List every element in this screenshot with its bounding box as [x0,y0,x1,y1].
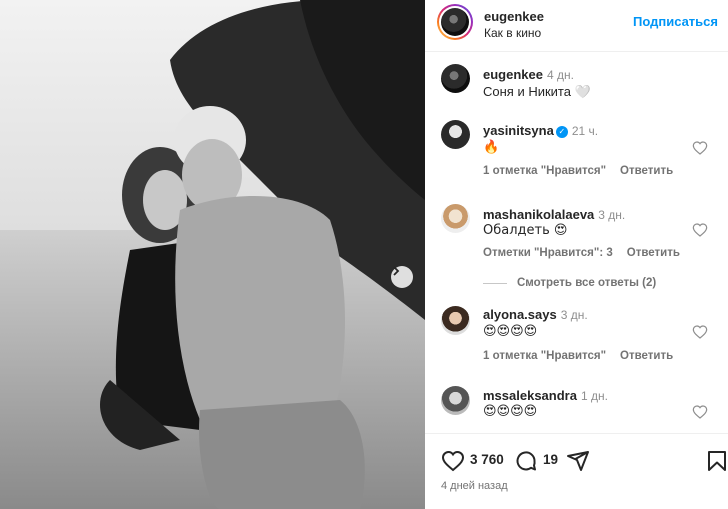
view-replies-button[interactable]: Смотреть все ответы (2) [483,277,656,289]
comment-icon[interactable] [514,449,538,473]
caption-avatar[interactable] [441,64,470,93]
comment-username[interactable]: mashanikolalaeva 3 дн. [483,207,625,222]
post-location[interactable]: Как в кино [484,26,541,40]
heart-icon[interactable] [441,449,465,473]
post-date: 4 дней назад [441,480,508,492]
comment-avatar[interactable] [441,204,470,233]
comment-text: Обалдеть 😍 [483,223,568,238]
heart-icon[interactable] [692,324,708,340]
follow-button[interactable]: Подписаться [633,14,718,29]
share-icon[interactable] [566,449,590,473]
author-username[interactable]: eugenkee [484,9,544,24]
caption-text: Соня и Никита 🤍 [483,84,591,99]
comment-likes[interactable]: Отметки "Нравится": 3 [483,247,613,259]
comment-likes[interactable]: 1 отметка "Нравится" [483,165,606,177]
author-avatar[interactable] [437,4,473,40]
photo-image [0,0,425,509]
comment-meta: Отметки "Нравится": 3 Ответить [483,247,694,259]
post-actions: 3 760 19 4 дней назад [425,433,728,509]
comment-avatar[interactable] [441,120,470,149]
reply-button[interactable]: Ответить [627,247,680,259]
post-header: eugenkee Как в кино Подписаться [425,0,728,52]
post-panel: eugenkee Как в кино Подписаться eugenkee… [425,0,728,509]
comment-meta: 1 отметка "Нравится" Ответить [483,350,687,362]
heart-icon[interactable] [692,404,708,420]
chevron-right-icon [393,266,400,276]
reply-button[interactable]: Ответить [620,165,673,177]
comment-avatar[interactable] [441,306,470,335]
heart-icon[interactable] [692,222,708,238]
post-photo[interactable] [0,0,425,509]
comment-text: 😍😍😍😍 [483,404,538,419]
comment-meta: 1 отметка "Нравится" Ответить [483,165,687,177]
reply-button[interactable]: Ответить [620,350,673,362]
comments-list[interactable]: eugenkee 4 дн. Соня и Никита 🤍 yasinitsyn… [425,52,728,442]
comment-username[interactable]: mssaleksandra 1 дн. [483,388,608,403]
bookmark-icon[interactable] [705,449,728,473]
comment-text: 🔥 [483,140,500,155]
comment-username[interactable]: alyona.says 3 дн. [483,307,588,322]
comments-count[interactable]: 19 [543,452,558,467]
caption-username[interactable]: eugenkee 4 дн. [483,67,574,82]
comment-likes[interactable]: 1 отметка "Нравится" [483,350,606,362]
caption-time: 4 дн. [546,68,574,82]
comment-avatar[interactable] [441,386,470,415]
next-photo-button[interactable] [391,266,413,288]
comment-username[interactable]: yasinitsyna ✓ 21 ч. [483,123,598,138]
likes-count[interactable]: 3 760 [470,452,504,467]
comment-text: 😍😍😍😍 [483,324,538,339]
replies-divider [483,282,507,284]
verified-badge: ✓ [555,125,568,138]
heart-icon[interactable] [692,140,708,156]
